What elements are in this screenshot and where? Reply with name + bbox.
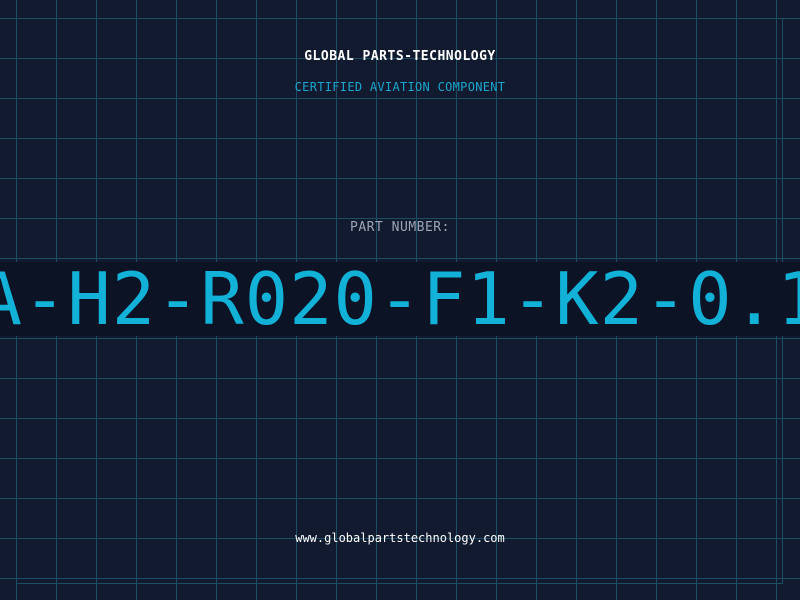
certification-tagline: CERTIFIED AVIATION COMPONENT: [294, 80, 506, 94]
part-number-band: A-H2-R020-F1-K2-0.1: [0, 262, 800, 336]
part-number-value: A-H2-R020-F1-K2-0.1: [0, 262, 800, 336]
website-url: www.globalpartstechnology.com: [295, 531, 505, 545]
company-name: GLOBAL PARTS-TECHNOLOGY: [304, 49, 496, 64]
part-number-label: PART NUMBER:: [350, 220, 450, 235]
